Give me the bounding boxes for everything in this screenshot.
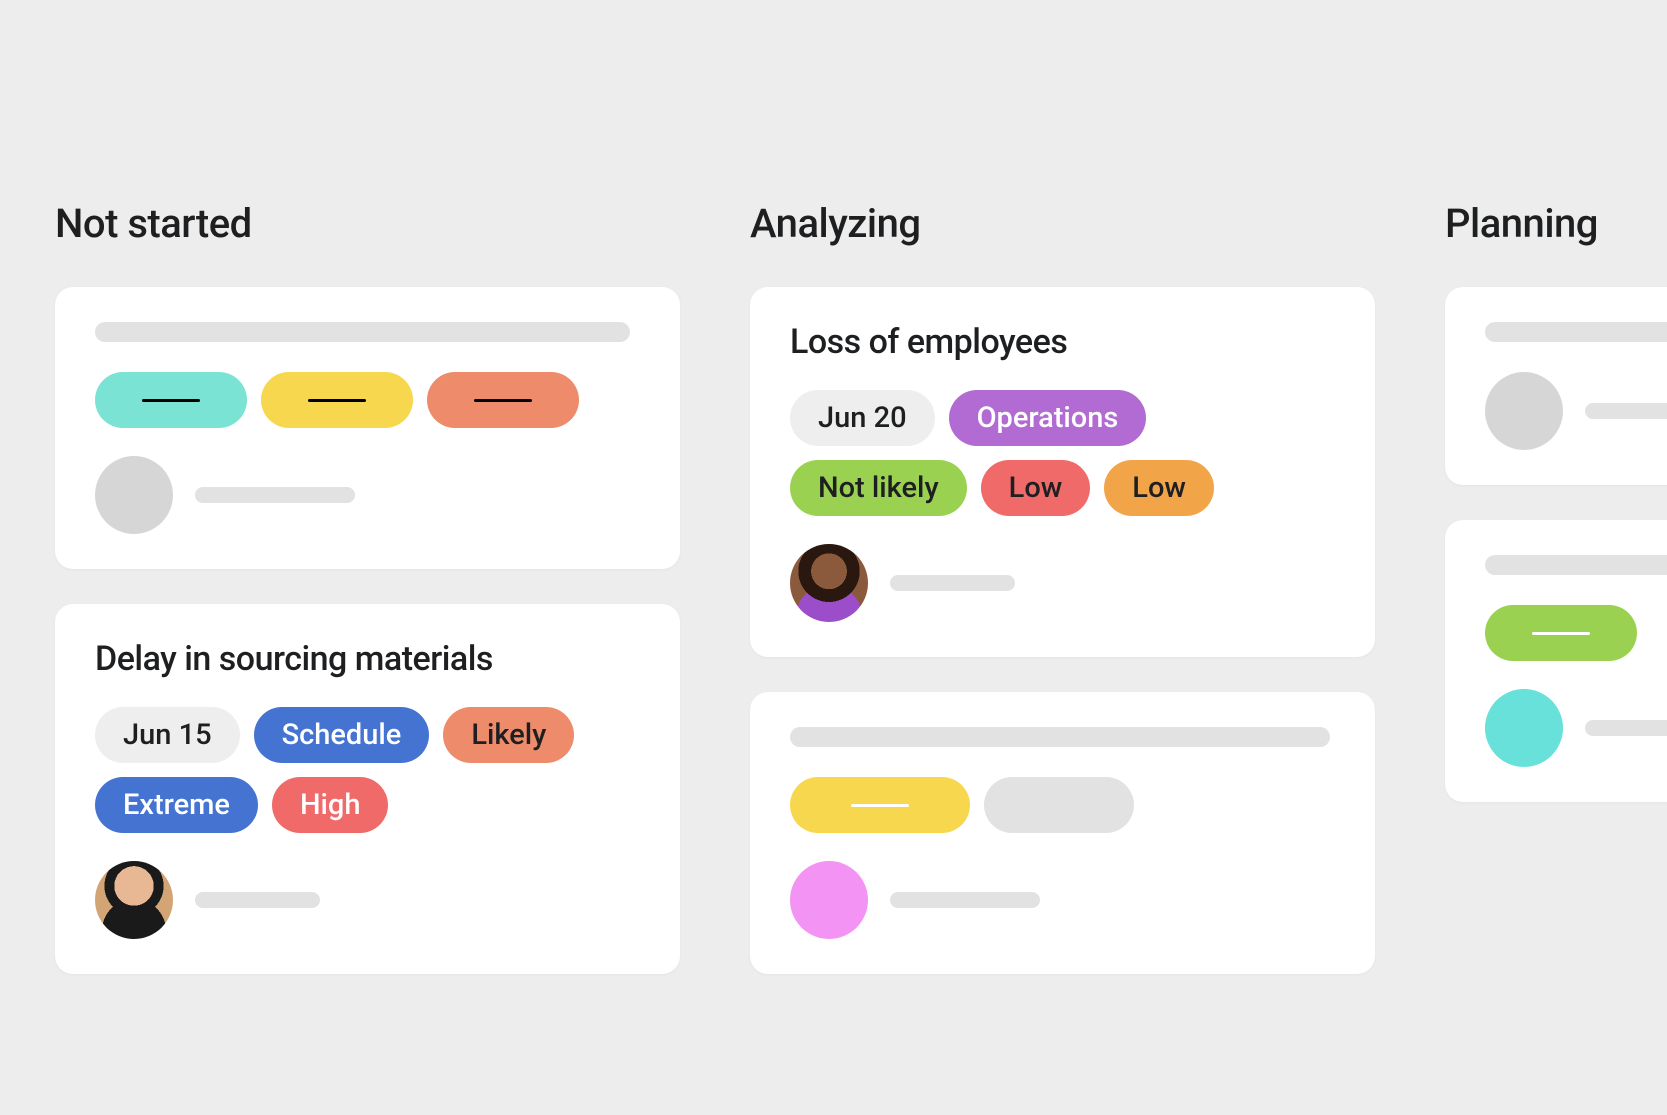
tag-placeholder-yellow xyxy=(261,372,413,428)
tag-impact: Low xyxy=(1104,460,1214,516)
footer-text-placeholder xyxy=(890,575,1015,591)
avatar-placeholder xyxy=(790,861,868,939)
tag-likelihood: Likely xyxy=(443,707,574,763)
footer-text-placeholder xyxy=(1585,720,1667,736)
avatar-placeholder xyxy=(1485,689,1563,767)
tag-category: Schedule xyxy=(254,707,430,763)
avatar xyxy=(790,544,868,622)
column-analyzing: Analyzing Loss of employees Jun 20 Opera… xyxy=(750,200,1375,1009)
tags-row xyxy=(1485,605,1667,661)
tag-likelihood: Not likely xyxy=(790,460,967,516)
column-planning: Planning xyxy=(1445,200,1667,1009)
column-title: Not started xyxy=(55,200,680,247)
task-card-placeholder[interactable] xyxy=(55,287,680,569)
title-placeholder xyxy=(1485,555,1667,575)
card-title: Delay in sourcing materials xyxy=(95,639,640,679)
tag-placeholder-teal xyxy=(95,372,247,428)
tag-date: Jun 15 xyxy=(95,707,240,763)
tag-placeholder-yellow xyxy=(790,777,970,833)
footer-text-placeholder xyxy=(890,892,1040,908)
task-card-loss-employees[interactable]: Loss of employees Jun 20 Operations Not … xyxy=(750,287,1375,657)
title-placeholder xyxy=(790,727,1330,747)
tag-impact: High xyxy=(272,777,389,833)
card-footer xyxy=(790,544,1335,622)
card-footer xyxy=(95,861,640,939)
avatar-placeholder xyxy=(95,456,173,534)
column-not-started: Not started Delay in sourcing materials … xyxy=(55,200,680,1009)
tags-row: Jun 15 Schedule Likely Extreme High xyxy=(95,707,640,833)
avatar xyxy=(95,861,173,939)
tag-placeholder-grey xyxy=(984,777,1134,833)
task-card-placeholder[interactable] xyxy=(750,692,1375,974)
card-footer xyxy=(95,456,640,534)
tag-date: Jun 20 xyxy=(790,390,935,446)
column-title: Planning xyxy=(1445,200,1667,247)
title-placeholder xyxy=(1485,322,1667,342)
card-footer xyxy=(1485,689,1667,767)
avatar-placeholder xyxy=(1485,372,1563,450)
kanban-board: Not started Delay in sourcing materials … xyxy=(0,0,1667,1009)
tag-category: Operations xyxy=(949,390,1147,446)
tag-placeholder-green xyxy=(1485,605,1637,661)
card-title: Loss of employees xyxy=(790,322,1335,362)
column-title: Analyzing xyxy=(750,200,1375,247)
task-card-delay-sourcing[interactable]: Delay in sourcing materials Jun 15 Sched… xyxy=(55,604,680,974)
task-card-placeholder[interactable] xyxy=(1445,287,1667,485)
task-card-placeholder[interactable] xyxy=(1445,520,1667,802)
card-footer xyxy=(1485,372,1667,450)
tags-row xyxy=(790,777,1335,833)
footer-text-placeholder xyxy=(1585,403,1667,419)
title-placeholder xyxy=(95,322,630,342)
footer-text-placeholder xyxy=(195,487,355,503)
tags-row xyxy=(95,372,640,428)
tag-severity: Low xyxy=(981,460,1091,516)
card-footer xyxy=(790,861,1335,939)
tag-severity: Extreme xyxy=(95,777,258,833)
footer-text-placeholder xyxy=(195,892,320,908)
tags-row: Jun 20 Operations Not likely Low Low xyxy=(790,390,1335,516)
tag-placeholder-coral xyxy=(427,372,579,428)
